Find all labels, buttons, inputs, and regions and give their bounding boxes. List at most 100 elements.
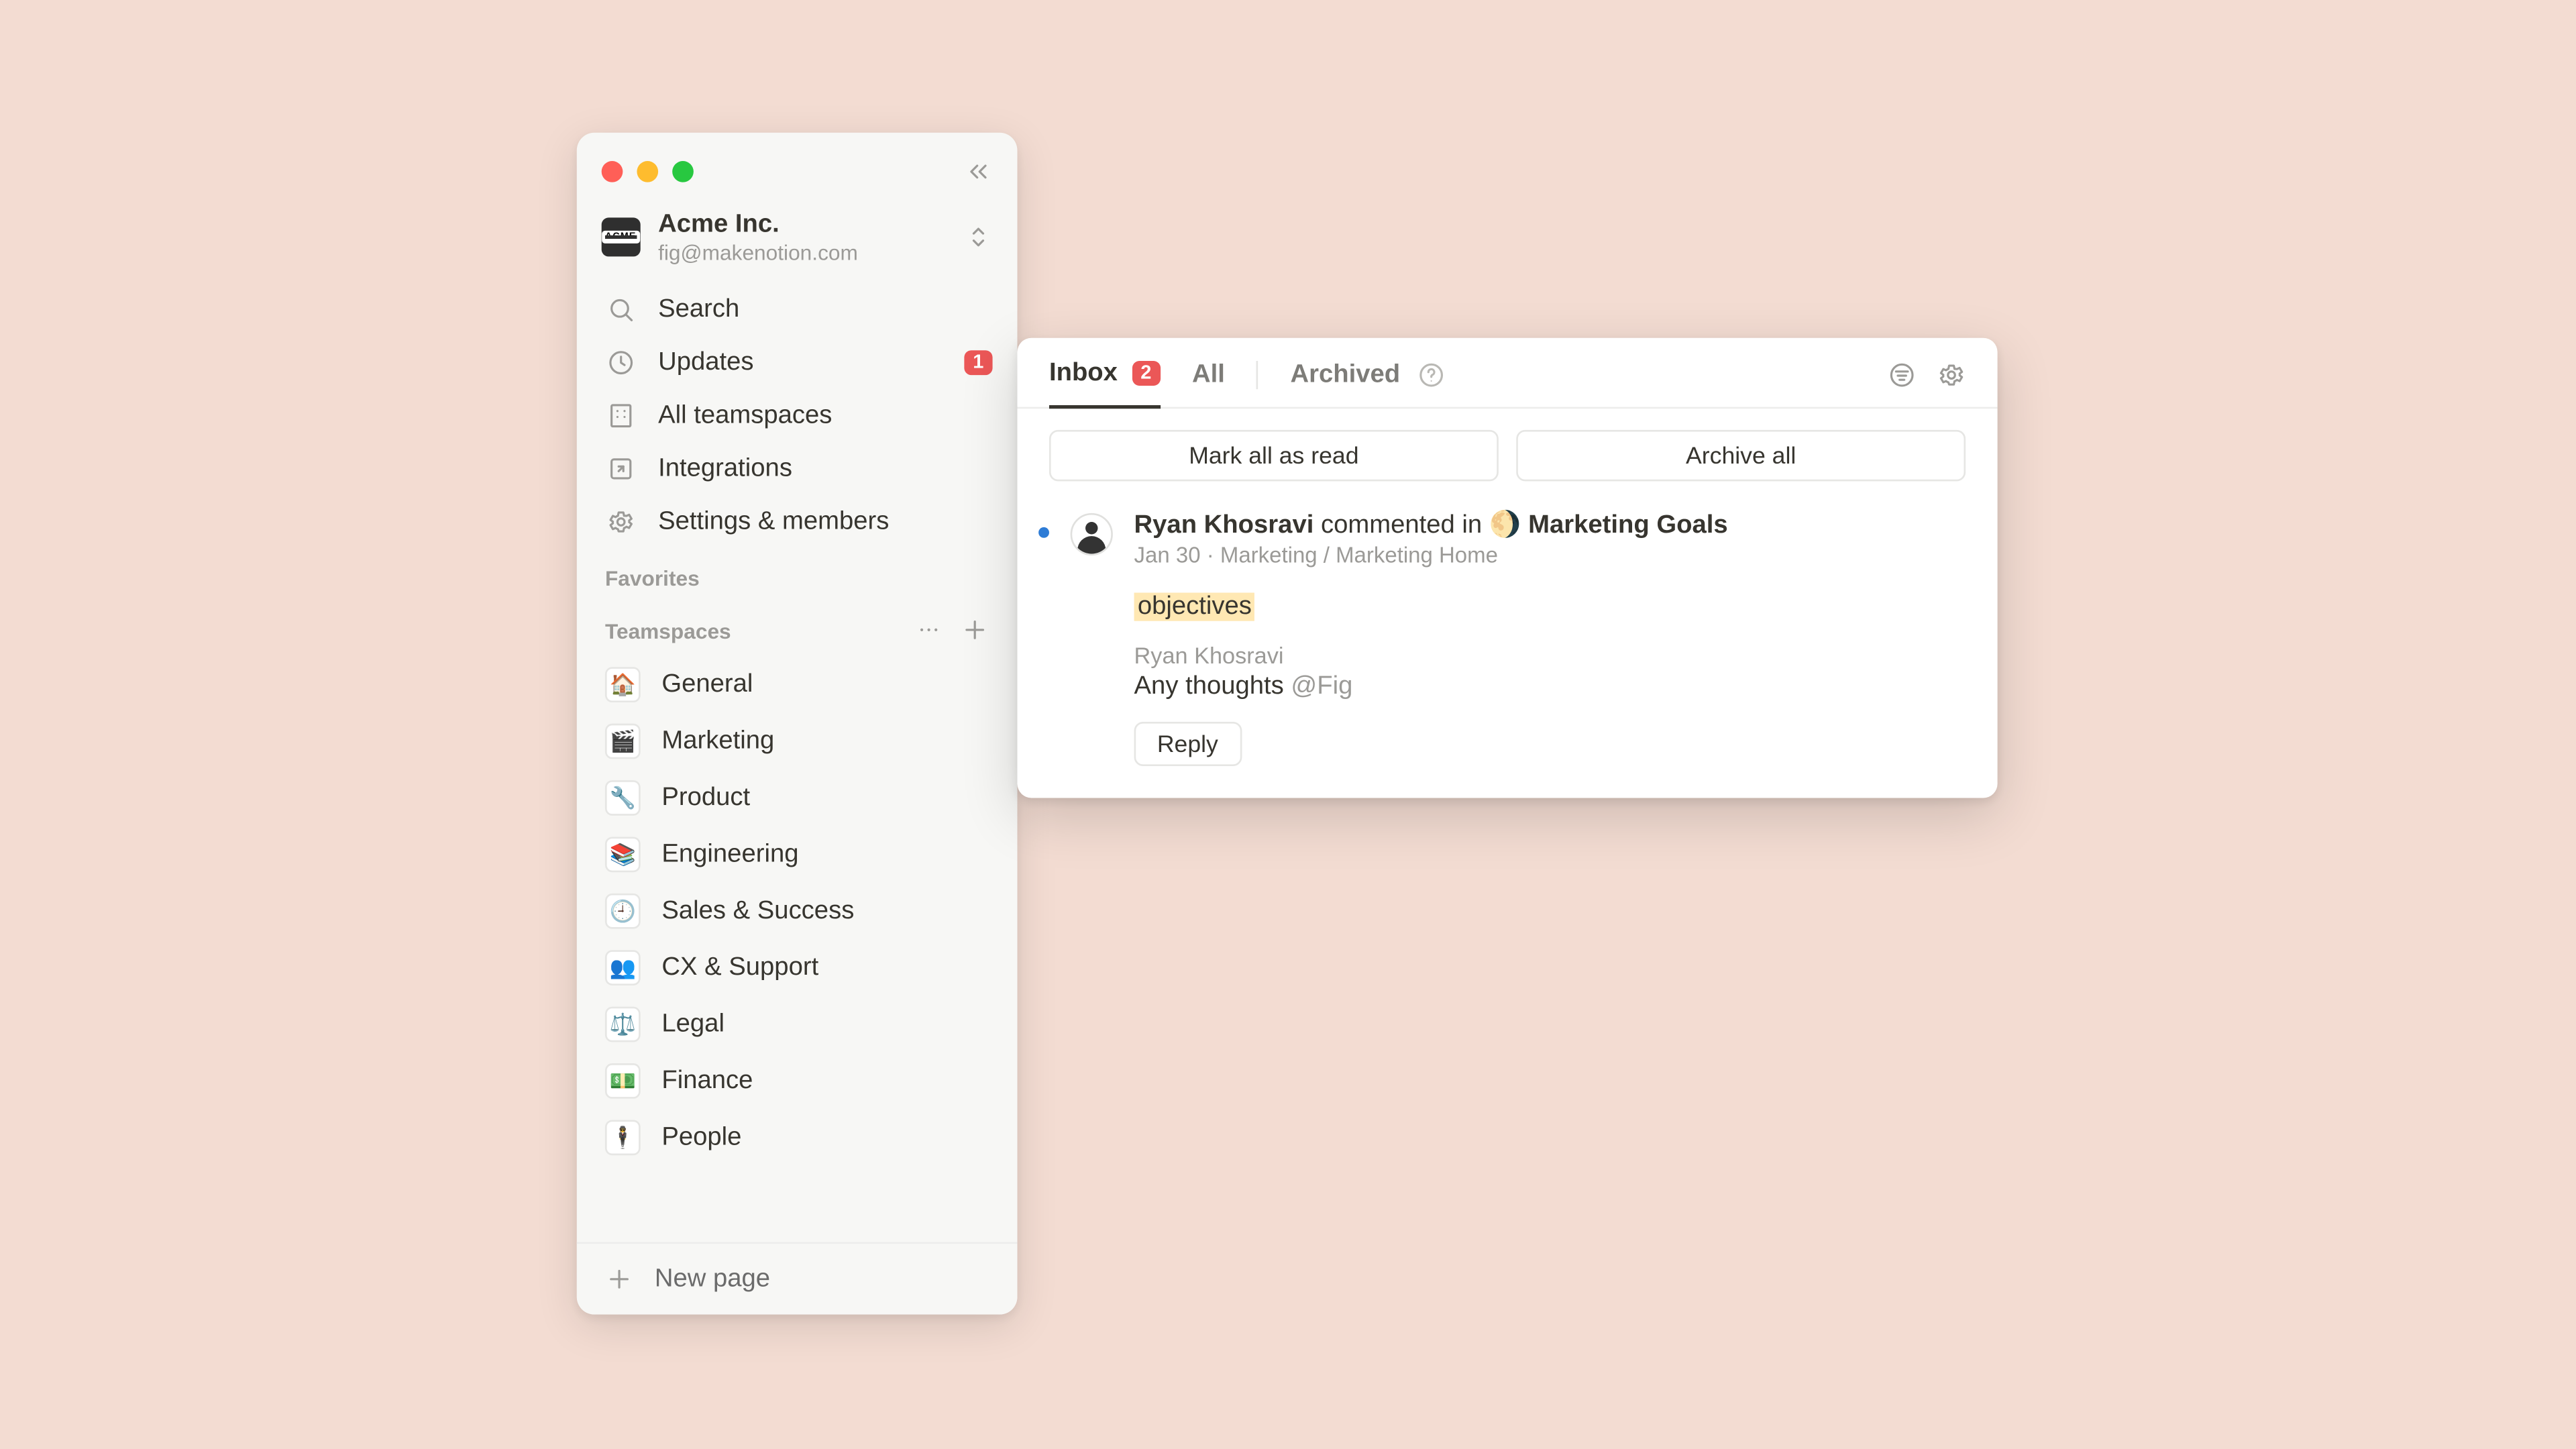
nav-label: All teamspaces xyxy=(658,401,832,429)
inbox-panel: Inbox 2 All Archived Mark all as read Ar… xyxy=(1017,338,1997,798)
mark-all-read-button[interactable]: Mark all as read xyxy=(1049,430,1499,481)
wrench-icon: 🔧 xyxy=(605,780,641,815)
scale-icon: ⚖️ xyxy=(605,1006,641,1042)
teamspace-item-general[interactable]: 🏠 General xyxy=(588,656,1007,712)
teamspace-item-cx[interactable]: 👥 CX & Support xyxy=(588,939,1007,996)
nav-updates[interactable]: Updates 1 xyxy=(588,335,1007,388)
inbox-count-badge: 2 xyxy=(1132,361,1161,386)
tab-archived[interactable]: Archived xyxy=(1291,360,1401,407)
author-avatar xyxy=(1071,513,1113,555)
minimize-window-button[interactable] xyxy=(637,161,658,182)
workspace-switcher[interactable]: ACME Acme Inc. fig@makenotion.com xyxy=(577,203,1018,282)
teamspace-item-marketing[interactable]: 🎬 Marketing xyxy=(588,712,1007,769)
workspace-email: fig@makenotion.com xyxy=(658,240,858,265)
new-page-button[interactable]: New page xyxy=(577,1242,1018,1314)
home-icon: 🏠 xyxy=(605,666,641,702)
archive-all-button[interactable]: Archive all xyxy=(1516,430,1966,481)
notification-title: Ryan Khosravi commented in 🌖 Marketing G… xyxy=(1134,510,1966,540)
reply-button[interactable]: Reply xyxy=(1134,722,1242,766)
nav-search[interactable]: Search xyxy=(588,282,1007,335)
breadcrumb: Marketing / Marketing Home xyxy=(1220,543,1498,568)
comment-body: Any thoughts xyxy=(1134,672,1291,700)
workspace-expand-icon[interactable] xyxy=(964,223,992,252)
inbox-tabs: Inbox 2 All Archived xyxy=(1017,338,1997,409)
teamspace-label: General xyxy=(661,670,753,698)
teamspace-label: Finance xyxy=(661,1066,753,1094)
zoom-window-button[interactable] xyxy=(672,161,694,182)
tab-label: All xyxy=(1192,360,1225,388)
workspace-name: Acme Inc. xyxy=(658,211,858,240)
sidebar-window: ACME Acme Inc. fig@makenotion.com Search… xyxy=(577,133,1018,1315)
mention: @Fig xyxy=(1291,672,1352,700)
close-window-button[interactable] xyxy=(602,161,623,182)
teamspaces-list: 🏠 General 🎬 Marketing 🔧 Product 📚 Engine… xyxy=(577,656,1018,1242)
tab-separator xyxy=(1256,360,1258,388)
teamspace-item-sales[interactable]: 🕘 Sales & Success xyxy=(588,882,1007,938)
favorites-section-label[interactable]: Favorites xyxy=(577,548,1018,598)
teamspace-label: Sales & Success xyxy=(661,896,854,924)
nav-integrations[interactable]: Integrations xyxy=(588,441,1007,494)
tab-inbox[interactable]: Inbox 2 xyxy=(1049,359,1161,409)
nav-label: Settings & members xyxy=(658,507,889,535)
gear-icon xyxy=(605,505,637,537)
teamspace-label: Product xyxy=(661,783,750,811)
teamspace-label: Marketing xyxy=(661,727,774,755)
teamspaces-section-label: Teamspaces xyxy=(577,598,1018,656)
workspace-logo: ACME xyxy=(602,218,641,257)
teamspace-item-finance[interactable]: 💵 Finance xyxy=(588,1052,1007,1108)
teamspace-item-product[interactable]: 🔧 Product xyxy=(588,769,1007,825)
notification-body: Ryan Khosravi commented in 🌖 Marketing G… xyxy=(1134,510,1966,766)
primary-nav: Search Updates 1 All teamspaces Integrat… xyxy=(577,282,1018,548)
filter-icon[interactable] xyxy=(1888,360,1916,388)
teamspace-item-engineering[interactable]: 📚 Engineering xyxy=(588,826,1007,882)
nav-label: Integrations xyxy=(658,454,792,482)
teamspace-item-people[interactable]: 🕴️ People xyxy=(588,1109,1007,1165)
comment-text: Any thoughts @Fig xyxy=(1134,672,1966,700)
notification-meta: Jan 30 · Marketing / Marketing Home xyxy=(1134,543,1966,568)
teamspace-label: Legal xyxy=(661,1010,724,1038)
building-icon xyxy=(605,399,637,431)
page-emoji-icon: 🌖 xyxy=(1489,511,1521,539)
tab-label: Inbox xyxy=(1049,359,1118,387)
collapse-sidebar-icon[interactable] xyxy=(964,158,992,186)
verb-text: commented in xyxy=(1321,511,1482,539)
nav-all-teamspaces[interactable]: All teamspaces xyxy=(588,388,1007,441)
nav-label: Updates xyxy=(658,348,753,376)
teamspace-label: CX & Support xyxy=(661,953,818,981)
nav-settings[interactable]: Settings & members xyxy=(588,495,1007,548)
page-name: Marketing Goals xyxy=(1528,511,1728,539)
clock-icon xyxy=(605,346,637,378)
author-name: Ryan Khosravi xyxy=(1134,511,1314,539)
plus-icon xyxy=(605,1265,633,1293)
history-icon: 🕘 xyxy=(605,893,641,928)
updates-badge: 1 xyxy=(964,350,993,374)
new-page-label: New page xyxy=(655,1265,770,1293)
window-titlebar xyxy=(577,133,1018,203)
settings-icon[interactable] xyxy=(1937,360,1966,388)
teamspaces-add-icon[interactable] xyxy=(961,615,989,649)
cash-icon: 💵 xyxy=(605,1063,641,1098)
arrow-out-icon xyxy=(605,452,637,484)
teamspace-label: People xyxy=(661,1123,741,1151)
nav-label: Search xyxy=(658,295,739,323)
tab-all[interactable]: All xyxy=(1192,360,1225,407)
teamspace-label: Engineering xyxy=(661,840,798,868)
comment-author: Ryan Khosravi xyxy=(1134,642,1966,669)
section-title: Favorites xyxy=(605,566,700,590)
teamspaces-more-icon[interactable] xyxy=(915,615,943,649)
teamspace-item-legal[interactable]: ⚖️ Legal xyxy=(588,996,1007,1052)
highlighted-text: objectives xyxy=(1134,593,1256,621)
search-icon xyxy=(605,293,637,325)
section-title[interactable]: Teamspaces xyxy=(605,620,731,645)
workspace-info: Acme Inc. fig@makenotion.com xyxy=(658,211,858,265)
help-icon[interactable] xyxy=(1418,360,1446,407)
person-icon: 🕴️ xyxy=(605,1120,641,1155)
date-text: Jan 30 xyxy=(1134,543,1201,568)
bulk-actions: Mark all as read Archive all xyxy=(1017,409,1997,502)
people-icon: 👥 xyxy=(605,949,641,985)
clapper-icon: 🎬 xyxy=(605,723,641,759)
unread-indicator-icon xyxy=(1038,527,1049,538)
stack-icon: 📚 xyxy=(605,837,641,872)
notification-item[interactable]: Ryan Khosravi commented in 🌖 Marketing G… xyxy=(1017,502,1997,798)
tab-label: Archived xyxy=(1291,360,1401,388)
